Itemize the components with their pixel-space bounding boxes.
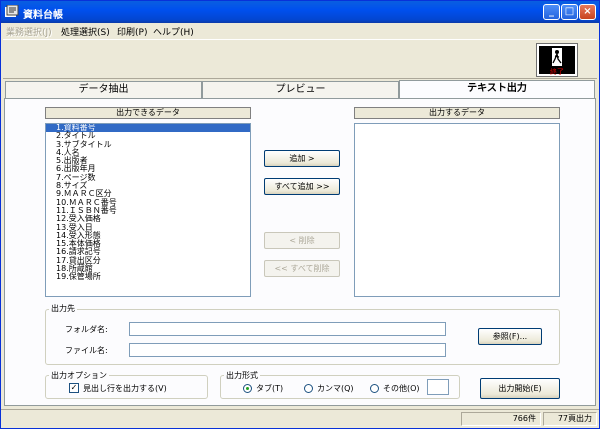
window-title: 資料台帳 [23,10,63,21]
maximize-icon: □ [564,6,575,17]
minimize-button[interactable]: _ [543,4,560,20]
tab-text-output[interactable]: テキスト出力 [399,80,595,99]
toolbar: 終了 [3,39,597,79]
menu-shori[interactable]: 処理選択(S) [61,25,110,38]
header-row-checkbox[interactable]: ✓ [69,383,79,393]
close-button[interactable]: × [579,4,596,20]
output-list-header: 出力するデータ [354,107,560,119]
output-data-list[interactable] [354,123,560,297]
file-label: ファイル名: [65,346,108,355]
maximize-button[interactable]: □ [561,4,578,20]
menu-bar: 業務選択(J) 処理選択(S) 印刷(P) ヘルプ(H) [1,23,599,39]
status-bar: 766件 77頁出力 [1,409,599,428]
tab-panel: 出力できるデータ 1.資料番号 2.タイトル 3.サブタイトル 4.人名 5.出版者 6.… [4,98,596,406]
folder-input[interactable] [129,322,446,336]
browse-button[interactable]: 参照(F)... [478,328,542,345]
title-bar[interactable]: 資料台帳 _ □ × [1,1,599,23]
minimize-icon: _ [549,6,554,17]
format-comma-radio[interactable] [304,384,313,393]
menu-gyomu[interactable]: 業務選択(J) [6,25,52,38]
remove-all-button[interactable]: << すべて削除 [264,260,340,277]
file-input[interactable] [129,343,446,357]
destination-title: 出力先 [49,303,77,314]
format-other-radio[interactable] [370,384,379,393]
format-other-input[interactable] [427,379,449,395]
format-tab-label: タブ(T) [256,384,284,393]
format-other-label: その他(O) [383,384,420,393]
check-icon: ✓ [70,383,78,392]
available-data-list[interactable]: 1.資料番号 2.タイトル 3.サブタイトル 4.人名 5.出版者 6.出版年月 7.ページ… [45,123,251,297]
exit-label: 終了 [550,68,564,76]
remove-button[interactable]: < 削除 [264,232,340,249]
tab-preview[interactable]: プレビュー [202,81,399,98]
app-icon [5,5,19,17]
available-rows: 1.資料番号 2.タイトル 3.サブタイトル 4.人名 5.出版者 6.出版年月 7.ページ… [46,124,250,282]
tab-data-extract[interactable]: データ抽出 [5,81,202,98]
format-tab-radio[interactable] [243,384,252,393]
add-button[interactable]: 追加 > [264,150,340,167]
close-icon: × [583,6,592,17]
format-comma-label: カンマ(Q) [317,384,354,393]
output-format-title: 出力形式 [224,370,260,381]
record-count: 766件 [461,412,541,426]
add-all-button[interactable]: すべて追加 >> [264,178,340,195]
output-options-title: 出力オプション [49,370,109,381]
exit-button[interactable]: 終了 [536,43,578,77]
header-row-label: 見出し行を出力する(V) [83,384,167,393]
available-list-header: 出力できるデータ [45,107,251,119]
menu-help[interactable]: ヘルプ(H) [153,25,194,38]
list-item[interactable]: 19.保管場所 [46,273,250,282]
app-window: 資料台帳 _ □ × 業務選択(J) 処理選択(S) 印刷(P) ヘルプ(H) … [0,0,600,429]
folder-label: フォルダ名: [65,325,108,334]
start-output-button[interactable]: 出力開始(E) [480,378,560,399]
output-mode: 77頁出力 [543,412,597,426]
menu-print[interactable]: 印刷(P) [117,25,147,38]
